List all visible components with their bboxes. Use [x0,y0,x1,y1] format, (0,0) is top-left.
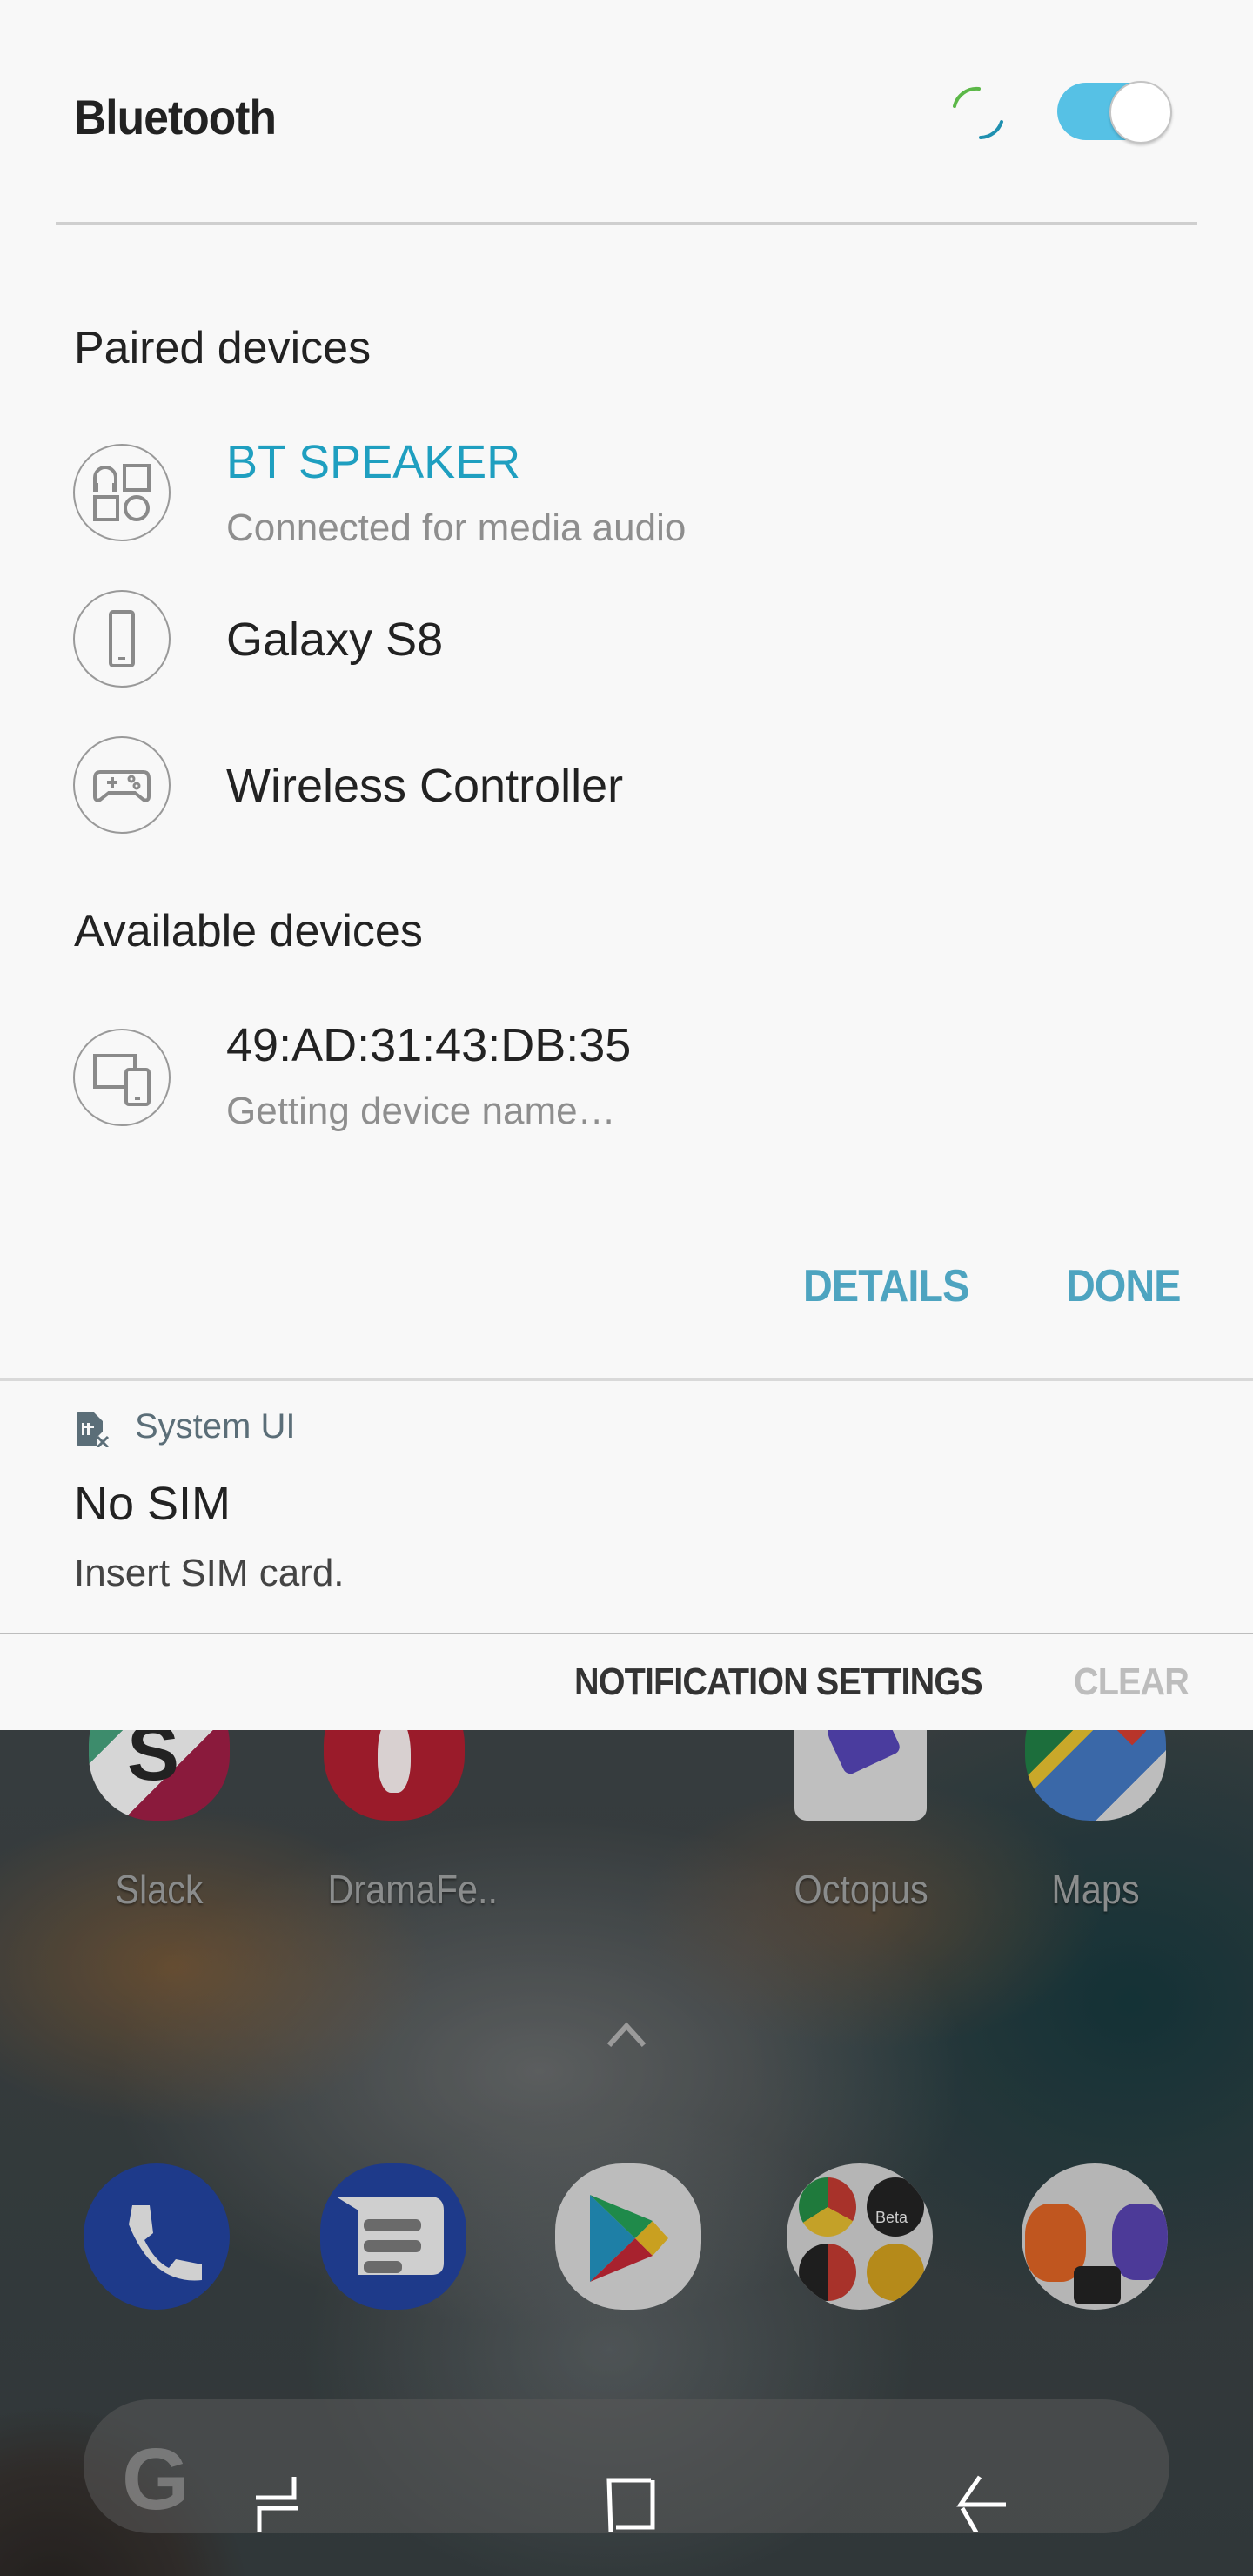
play-store-app[interactable] [555,2163,701,2310]
device-name: 49:AD:31:43:DB:35 [226,1019,632,1071]
device-name: Wireless Controller [226,760,624,812]
devices-icon [93,1054,151,1106]
bluetooth-toggle[interactable] [1057,81,1172,144]
panel-title: Bluetooth [74,90,277,144]
done-button[interactable]: DONE [1066,1260,1182,1312]
device-icon-wrap [73,444,171,541]
device-icon-wrap [73,736,171,834]
phone-app[interactable] [84,2163,230,2310]
headphones-speaker-icon [93,464,151,521]
google-logo: G [122,2431,190,2528]
header-divider [56,222,1197,225]
home-icon[interactable] [604,2472,665,2532]
back-icon[interactable] [954,2472,1015,2532]
device-row[interactable]: 49:AD:31:43:DB:35 Getting device name… [0,1018,1253,1149]
chrome-canary-icon [867,2244,924,2301]
messages-app[interactable] [320,2163,466,2310]
notification-app-name: System UI [135,1407,296,1446]
messages-icon [336,2197,444,2275]
device-name: BT SPEAKER [226,436,521,488]
device-row[interactable]: BT SPEAKER Connected for media audio [0,435,1253,566]
camera-icon [1074,2266,1121,2304]
app-label: Slack [115,1867,204,1912]
phone-icon [109,610,135,667]
screen-recorder-icon [1112,2204,1168,2280]
paired-devices-label: Paired devices [74,323,372,373]
device-name: Galaxy S8 [226,614,444,666]
notification-card[interactable]: System UI No SIM Insert SIM card. [0,1381,1253,1633]
chrome-beta-icon [867,2177,924,2237]
notification-actions-bar: NOTIFICATION SETTINGS CLEAR [0,1634,1253,1730]
notification-settings-button[interactable]: NOTIFICATION SETTINGS [574,1660,983,1704]
app-label: DramaFe.. [327,1867,499,1912]
chrome-dev-icon [799,2244,856,2301]
device-row[interactable]: Wireless Controller [0,736,1253,837]
clear-button[interactable]: CLEAR [1074,1660,1189,1704]
device-icon-wrap [73,590,171,688]
app-label: Maps [1051,1867,1140,1912]
beta-badge: Beta [875,2209,908,2226]
camera-folder[interactable] [1022,2163,1168,2310]
play-store-icon [590,2195,668,2282]
details-button[interactable]: DETAILS [803,1260,969,1312]
app-drawer-chevron-icon[interactable] [604,2017,649,2052]
device-icon-wrap [73,1029,171,1126]
available-devices-label: Available devices [74,906,423,956]
toggle-thumb [1109,81,1172,144]
recents-icon[interactable] [252,2472,313,2532]
notification-text: Insert SIM card. [74,1552,345,1594]
sim-card-off-icon [77,1412,110,1447]
chrome-folder[interactable]: Beta [787,2163,933,2310]
device-status: Connected for media audio [226,506,687,549]
chrome-icon [799,2177,856,2237]
bluetooth-panel: Bluetooth Paired devices BT SPEAKER Conn… [0,0,1253,1379]
app-label: Octopus [794,1867,928,1912]
notification-title: No SIM [74,1478,231,1530]
gamepad-icon [93,770,151,802]
scanning-spinner-icon [953,86,1003,139]
phone-icon [129,2205,202,2281]
device-status: Getting device name… [226,1090,616,1132]
device-row[interactable]: Galaxy S8 [0,590,1253,691]
